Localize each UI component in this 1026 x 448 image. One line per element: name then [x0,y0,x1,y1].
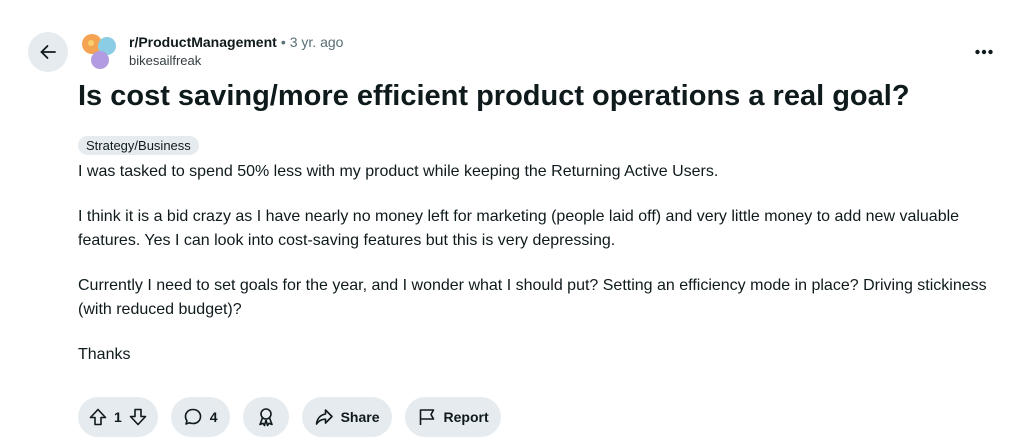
downvote-button[interactable] [128,407,148,427]
comment-count: 4 [209,409,218,425]
post-paragraph: Thanks [78,346,131,363]
report-button[interactable]: Report [404,397,501,437]
post-flair[interactable]: Strategy/Business [78,136,199,155]
arrow-left-icon [38,42,58,62]
comments-button[interactable]: 4 [170,397,230,437]
arrow-down-icon [129,408,147,426]
flag-icon [417,407,437,427]
more-horizontal-icon [975,49,993,55]
post-timestamp: 3 yr. ago [289,34,344,50]
post-paragraph: I think it is a bid crazy as I have near… [78,208,960,249]
vote-count: 1 [114,409,122,425]
more-options-button[interactable] [968,36,1000,68]
upvote-button[interactable] [88,407,108,427]
share-button[interactable]: Share [301,397,392,437]
vote-control: 1 [78,397,158,437]
post-body: I was tasked to spend 50% less with my p… [78,160,998,388]
share-label: Share [340,409,380,425]
post-actions: 1 4 Share Report [78,397,501,437]
back-button[interactable] [28,32,68,72]
report-label: Report [443,409,489,425]
subreddit-avatar[interactable] [80,32,120,72]
award-icon [255,406,277,428]
author-link[interactable]: bikesailfreak [129,52,343,70]
post-meta: r/ProductManagement • 3 yr. ago bikesail… [129,33,343,70]
share-arrow-icon [314,407,334,427]
meta-separator: • [280,34,286,50]
arrow-up-icon [89,408,107,426]
post-title: Is cost saving/more efficient product op… [78,80,910,112]
subreddit-link[interactable]: r/ProductManagement [129,33,277,51]
post-paragraph: I was tasked to spend 50% less with my p… [78,163,719,180]
post-paragraph: Currently I need to set goals for the ye… [78,277,987,318]
comment-bubble-icon [183,407,203,427]
award-button[interactable] [242,397,289,437]
